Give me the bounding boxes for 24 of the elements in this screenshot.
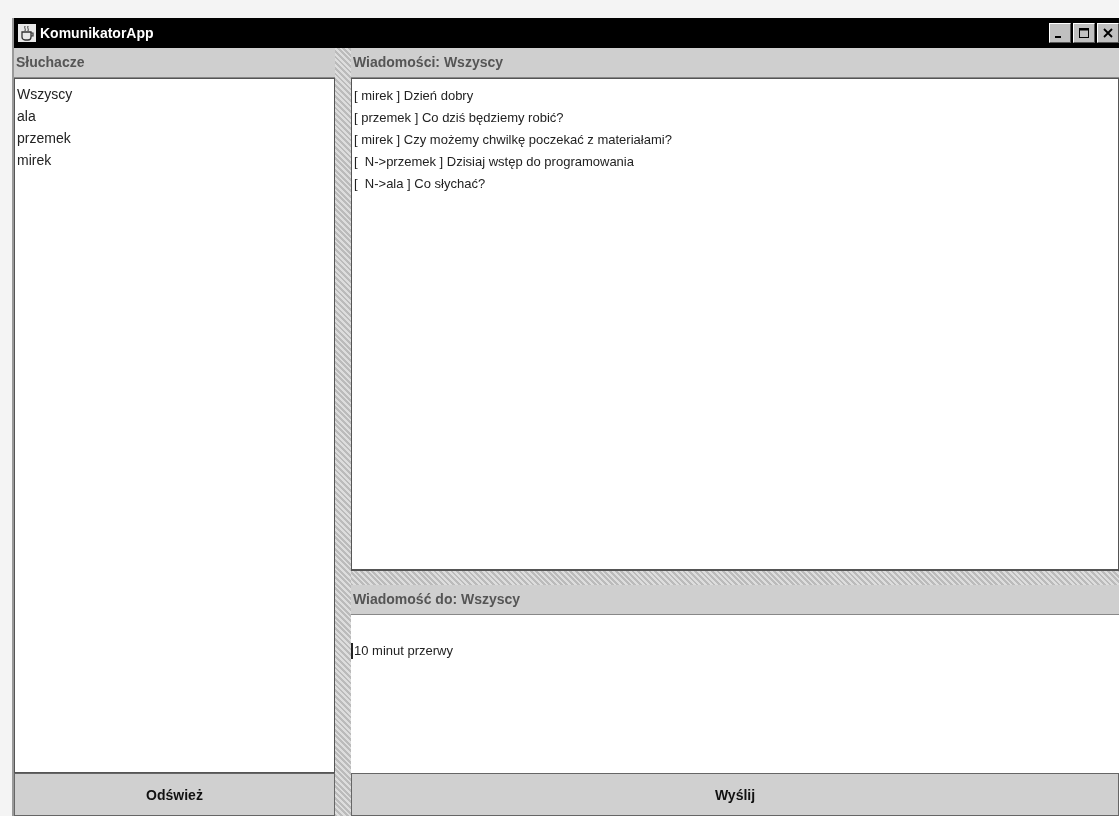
maximize-icon: [1078, 27, 1090, 39]
close-button[interactable]: [1097, 23, 1119, 43]
cup-icon: [18, 24, 36, 42]
message-line: [ N->ala ] Co słychać?: [354, 175, 486, 193]
message-input[interactable]: 10 minut przerwy: [351, 643, 453, 659]
maximize-button[interactable]: [1073, 23, 1095, 43]
listener-item[interactable]: ala: [17, 105, 36, 127]
message-line: [ mirek ] Czy możemy chwilkę poczekać z materiałami?: [354, 131, 672, 149]
close-icon: [1102, 27, 1114, 39]
listener-item[interactable]: przemek: [17, 127, 71, 149]
minimize-button[interactable]: [1049, 23, 1071, 43]
message-line: [ mirek ] Dzień dobry: [354, 87, 474, 105]
splitter[interactable]: [351, 570, 1119, 585]
listener-item[interactable]: Wszyscy: [17, 83, 73, 105]
minimize-icon: [1055, 36, 1061, 38]
send-button[interactable]: Wyślij: [351, 773, 1119, 816]
message-line: [ N->przemek ] Dzisiaj wstęp do programowania: [354, 153, 634, 171]
message-line: [ przemek ] Co dziś będziemy robić?: [354, 109, 564, 127]
panel-header: Wiadomości: Wszyscy: [351, 48, 1119, 78]
refresh-button[interactable]: Odśwież: [14, 773, 335, 816]
window-title: KomunikatorApp: [40, 25, 155, 41]
listener-item[interactable]: mirek: [17, 149, 52, 171]
panel-header: Słuchacze: [14, 48, 335, 78]
panel-header: Wiadomość do: Wszyscy: [351, 585, 1119, 615]
